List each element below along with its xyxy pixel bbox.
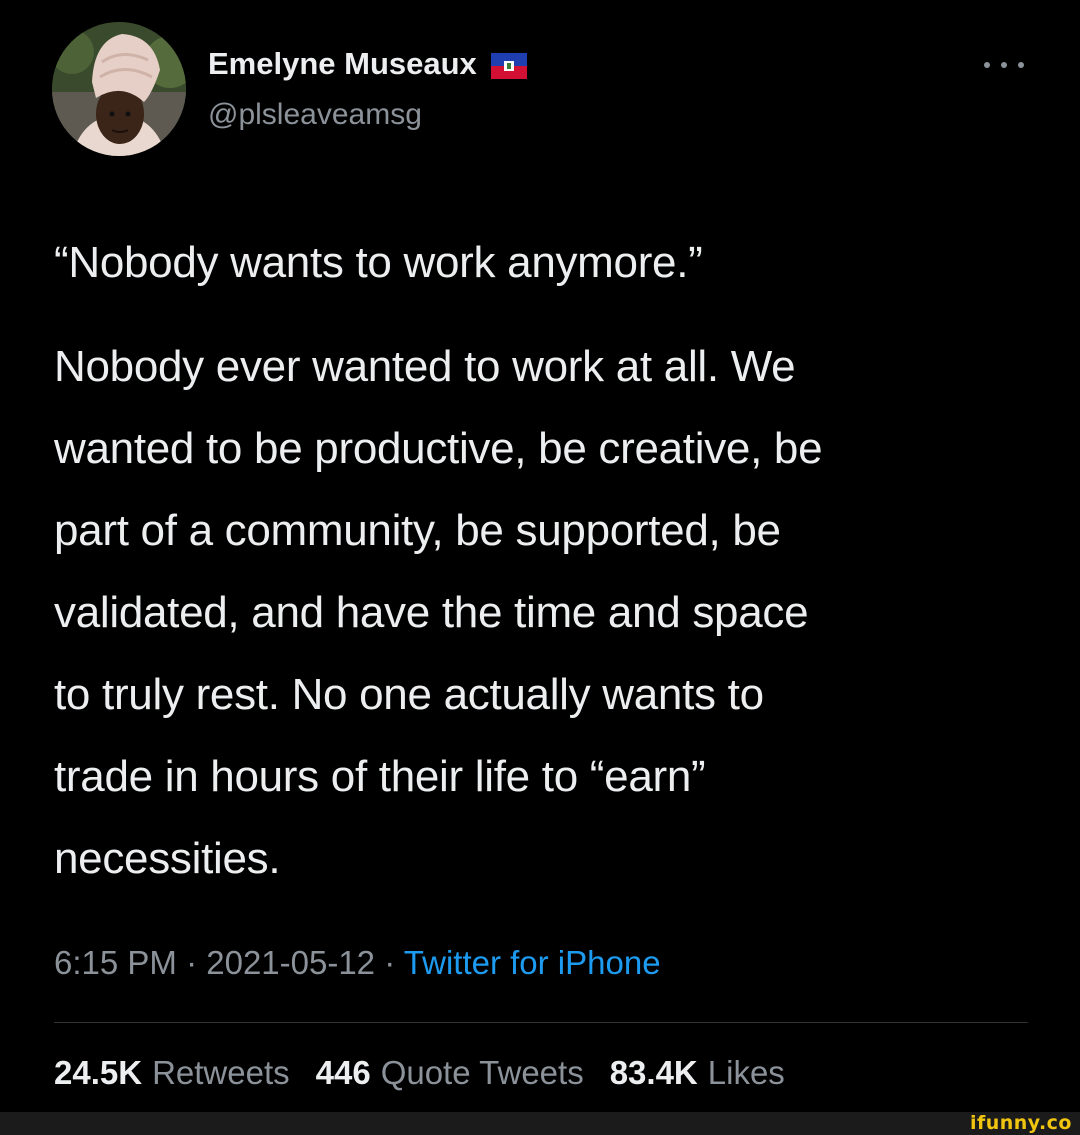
meta-separator: · <box>375 944 404 981</box>
meta-separator: · <box>176 944 207 981</box>
quote-tweets-label: Quote Tweets <box>380 1054 584 1091</box>
likes-label: Likes <box>707 1054 785 1091</box>
haiti-flag-icon <box>490 51 527 79</box>
quote-tweets-count: 446 <box>315 1054 371 1091</box>
likes-count: 83.4K <box>609 1054 698 1091</box>
quote-tweets-stat[interactable]: 446 Quote Tweets <box>316 1054 584 1092</box>
tweet-date[interactable]: 2021-05-12 <box>206 944 375 981</box>
avatar[interactable] <box>52 22 186 156</box>
likes-stat[interactable]: 83.4K Likes <box>610 1054 785 1092</box>
display-name[interactable]: Emelyne Museaux <box>208 46 527 82</box>
dot <box>984 62 990 68</box>
retweets-count: 24.5K <box>54 1054 143 1091</box>
ifunny-watermark: ifunny.co <box>969 1112 1072 1134</box>
tweet-card: Emelyne Museaux @plsleaveamsg “Nobody wa… <box>0 0 1080 1112</box>
more-options-icon[interactable] <box>984 58 1024 72</box>
tweet-text: “Nobody wants to work anymore.” Nobody e… <box>54 222 1034 900</box>
tweet-paragraph: Nobody ever wanted to work at all. We wa… <box>54 342 823 883</box>
tweet-stats: 24.5K Retweets 446 Quote Tweets 83.4K Likes <box>54 1054 785 1092</box>
profile-photo-icon <box>52 22 186 156</box>
dot <box>1001 62 1007 68</box>
retweets-label: Retweets <box>152 1054 290 1091</box>
tweet-time[interactable]: 6:15 PM <box>54 944 177 981</box>
divider <box>54 1022 1028 1023</box>
retweets-stat[interactable]: 24.5K Retweets <box>54 1054 290 1092</box>
tweet-meta: 6:15 PM · 2021-05-12 · Twitter for iPhon… <box>54 944 661 982</box>
tweet-source-link[interactable]: Twitter for iPhone <box>404 944 661 981</box>
dot <box>1018 62 1024 68</box>
watermark-bar: ifunny.co <box>0 1112 1080 1135</box>
tweet-paragraph: “Nobody wants to work anymore.” <box>54 238 703 287</box>
display-name-text: Emelyne Museaux <box>208 46 477 81</box>
user-handle[interactable]: @plsleaveamsg <box>208 98 422 132</box>
